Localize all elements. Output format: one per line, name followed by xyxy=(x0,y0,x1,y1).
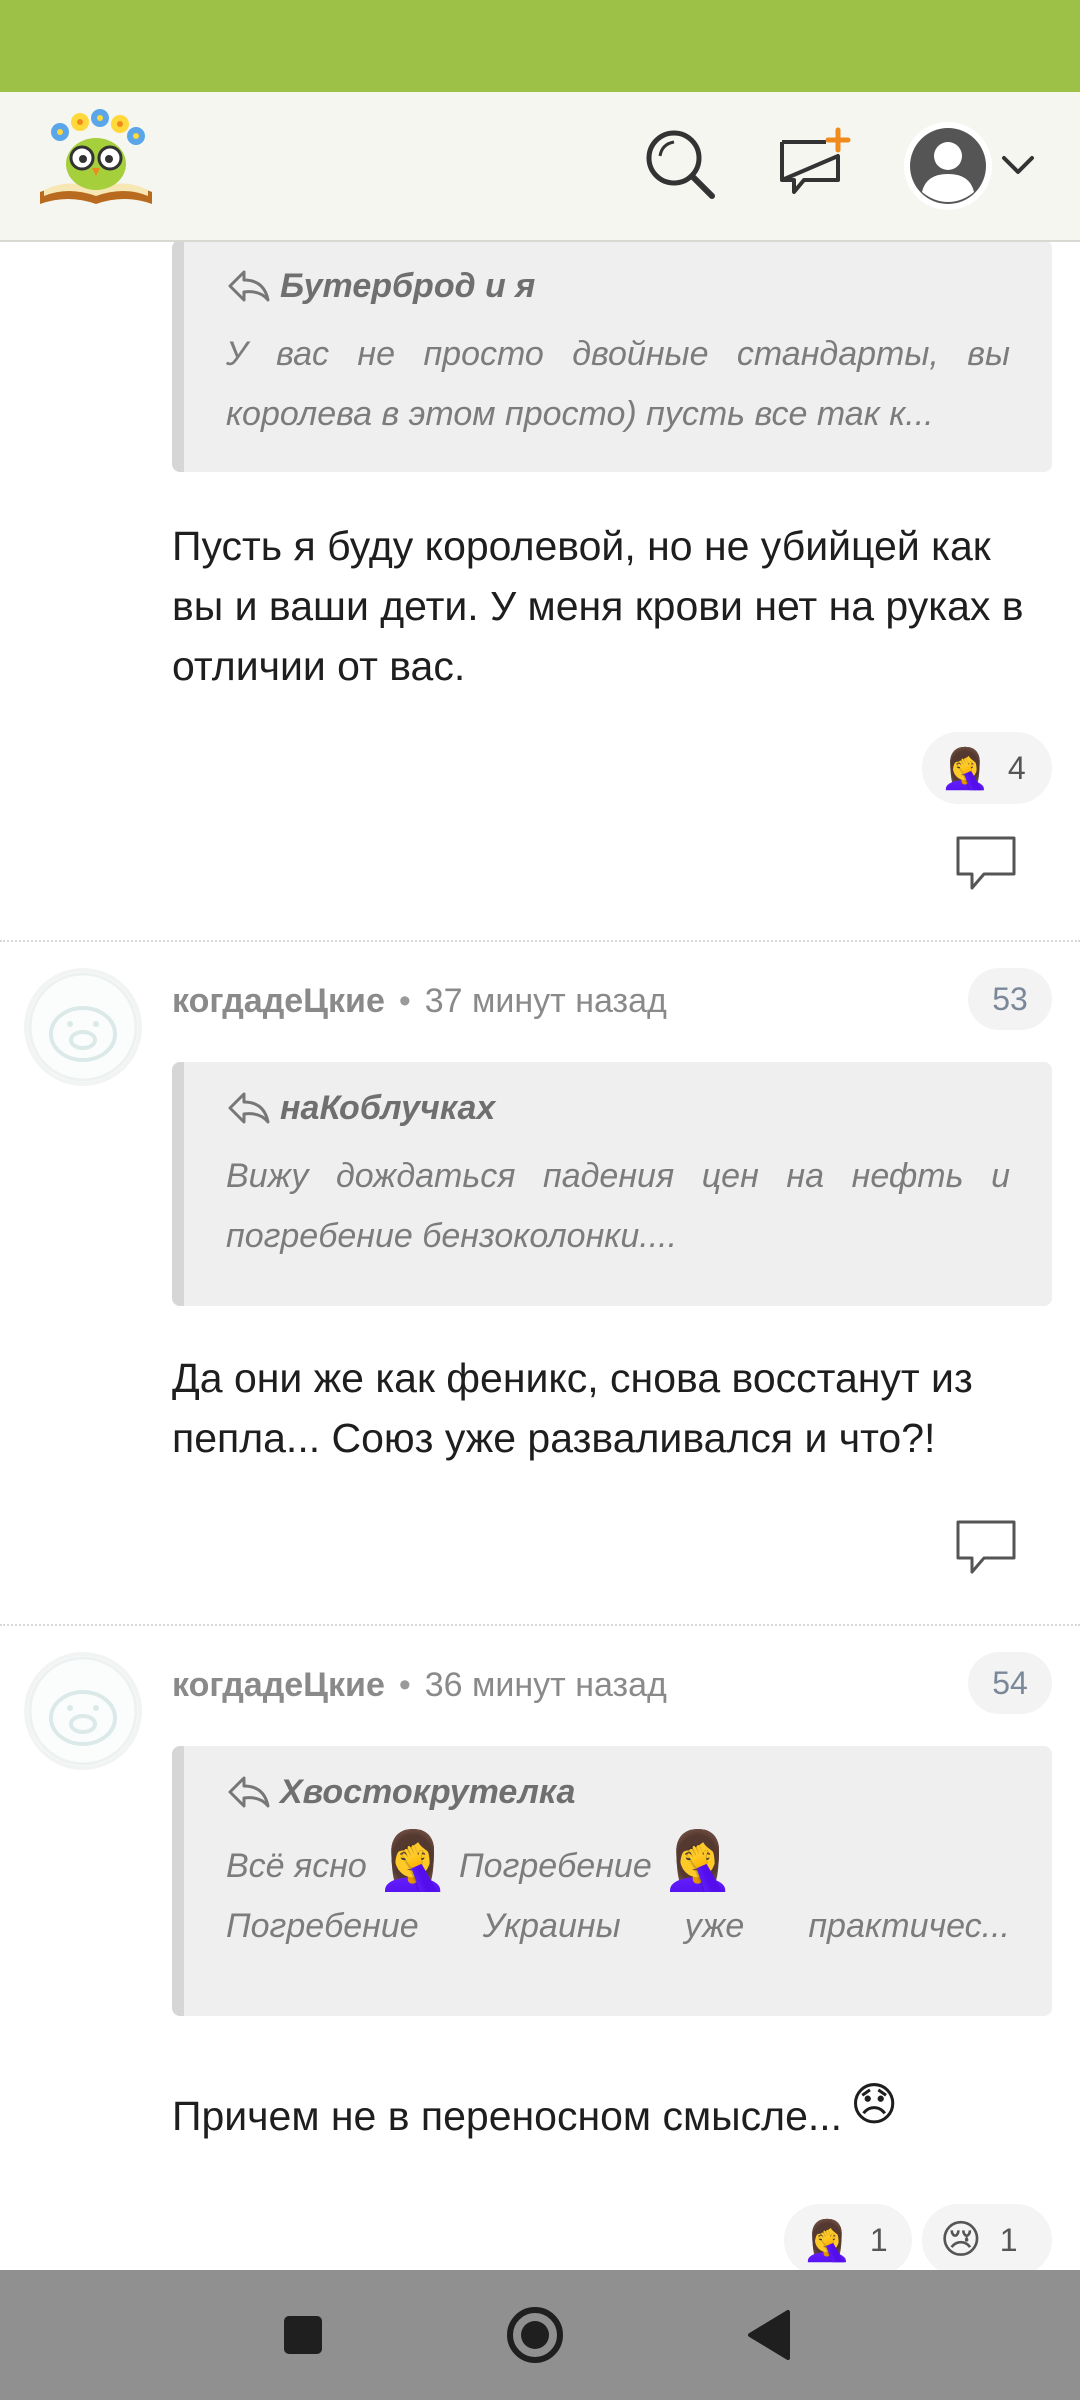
reaction-count: 1 xyxy=(869,2221,888,2258)
back-button[interactable] xyxy=(738,2302,804,2368)
reaction-count: 4 xyxy=(1007,749,1026,786)
profile-menu-button[interactable] xyxy=(900,118,1060,214)
quote-line: Погребение Украины уже практичес... xyxy=(226,1907,1010,1945)
quote-line: Всё ясно 🤦‍♀️ Погребение 🤦‍♀️ xyxy=(226,1826,1010,1896)
facepalm-emoji: 🤦‍♀️ xyxy=(376,1828,450,1893)
comment-text: Пусть я буду королевой, но не убийцей ка… xyxy=(172,523,1024,689)
quote-line: У вас не просто двойные стандарты, вы xyxy=(226,335,1010,373)
facepalm-emoji: 🤦‍♀️ xyxy=(661,1828,734,1893)
reaction-facepalm[interactable]: 🤦‍♀️ 4 xyxy=(922,732,1052,804)
quote-line: королева в этом просто) пусть все так к.… xyxy=(226,395,934,433)
reply-icon[interactable] xyxy=(954,1518,1018,1576)
chevron-down-icon xyxy=(1002,156,1034,174)
crying-emoji: 😢 xyxy=(940,2218,982,2262)
comment-number-badge[interactable]: 54 xyxy=(968,1652,1052,1714)
reply-arrow-icon xyxy=(228,270,270,302)
quote-line: погребение бензоколонки.... xyxy=(226,1217,678,1255)
owl-on-book-logo[interactable] xyxy=(34,106,158,210)
status-bar xyxy=(0,0,1080,92)
quote-line: Вижу дождаться падения цен на нефть и xyxy=(226,1157,1010,1195)
search-icon[interactable] xyxy=(642,126,720,204)
comment-time: 36 минут назад xyxy=(424,1666,667,1704)
divider xyxy=(0,1624,1080,1626)
recents-button[interactable] xyxy=(270,2302,336,2368)
home-button[interactable] xyxy=(502,2302,568,2368)
quote-author: Бутерброд и я xyxy=(280,266,536,305)
comment-author[interactable]: когдадеЦкие xyxy=(172,1666,385,1704)
quoted-reply[interactable]: Хвостокрутелка Всё ясно 🤦‍♀️ Погребение … xyxy=(172,1746,1052,2016)
avatar[interactable] xyxy=(28,1656,138,1766)
quote-author: наКоблучках xyxy=(280,1088,496,1127)
disappointed-emoji: 😞 xyxy=(850,2078,899,2130)
comment-author[interactable]: когдадеЦкие xyxy=(172,982,385,1020)
facepalm-emoji: 🤦‍♀️ xyxy=(802,2218,852,2263)
comment-text: Да они же как феникс, снова восстанут из… xyxy=(172,1355,973,1461)
reply-arrow-icon xyxy=(228,1776,270,1808)
quote-author: Хвостокрутелка xyxy=(280,1772,576,1811)
comment-number-badge[interactable]: 53 xyxy=(968,968,1052,1030)
comment-time: 37 минут назад xyxy=(424,982,667,1020)
quoted-reply[interactable]: Бутерброд и я У вас не просто двойные ст… xyxy=(172,240,1052,472)
facepalm-emoji: 🤦‍♀️ xyxy=(940,746,990,791)
reaction-facepalm[interactable]: 🤦‍♀️ 1 xyxy=(784,2204,912,2276)
reply-icon[interactable] xyxy=(954,834,1018,892)
avatar[interactable] xyxy=(28,972,138,1082)
new-post-icon[interactable] xyxy=(774,126,852,204)
system-nav-bar xyxy=(0,2270,1080,2400)
divider xyxy=(0,940,1080,942)
reply-arrow-icon xyxy=(228,1092,270,1124)
reaction-count: 1 xyxy=(999,2221,1018,2258)
quoted-reply[interactable]: наКоблучках Вижу дождаться падения цен н… xyxy=(172,1062,1052,1306)
user-avatar-icon xyxy=(904,122,992,210)
comment-text: Причем не в переносном смысле... 😞 xyxy=(172,2074,1052,2146)
reaction-crying[interactable]: 😢 1 xyxy=(922,2204,1052,2276)
app-header xyxy=(0,92,1080,242)
